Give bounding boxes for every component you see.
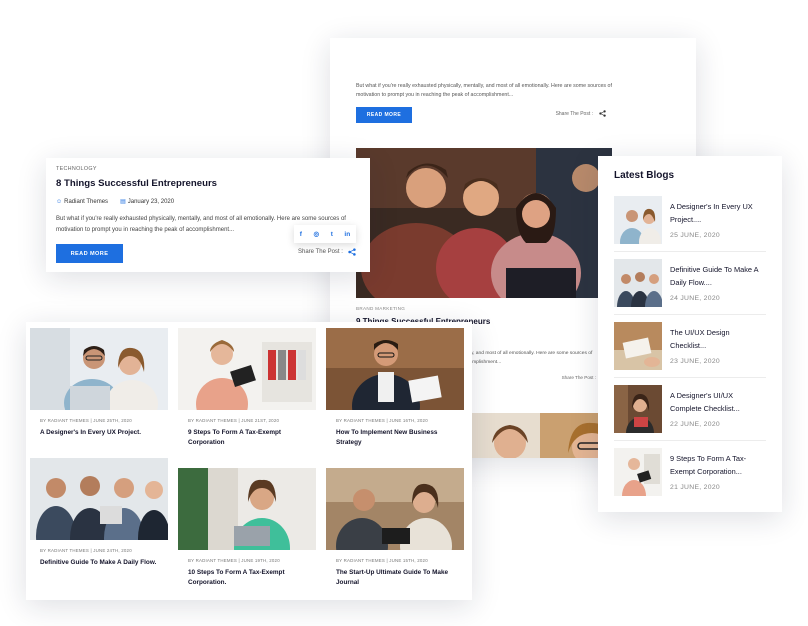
- post-date: 22 JUNE, 2020: [670, 421, 720, 428]
- latest-blog-item[interactable]: Definitive Guide To Make A Daily Flow...…: [614, 259, 766, 309]
- grid-post[interactable]: BY RADIANT THEMES | JUNE 15TH, 2020 The …: [326, 468, 464, 598]
- divider: [614, 377, 766, 378]
- post-thumbnail[interactable]: [326, 328, 464, 410]
- post-thumbnail[interactable]: [178, 468, 316, 550]
- blog-post-card-front: TECHNOLOGY 8 Things Successful Entrepren…: [46, 158, 370, 272]
- share-label: Share The Post :: [298, 249, 343, 255]
- post-excerpt: But what if you're really exhausted phys…: [356, 83, 612, 98]
- post-title[interactable]: The Start-Up Ultimate Guide To Make Jour…: [336, 568, 456, 587]
- blog-grid: BY RADIANT THEMES | JUNE 25TH, 2020 A De…: [26, 322, 472, 600]
- grid-post[interactable]: BY RADIANT THEMES | JUNE 19TH, 2020 10 S…: [178, 468, 316, 598]
- post-title[interactable]: Definitive Guide To Make A Daily Flow.: [40, 558, 160, 568]
- post-title[interactable]: How To Implement New Business Strategy: [336, 428, 456, 447]
- post-title[interactable]: 10 Steps To Form A Tax-Exempt Corporatio…: [188, 568, 308, 587]
- post-meta: ☺ Radiant Themes ▤ January 23, 2020: [56, 198, 174, 206]
- post-thumbnail[interactable]: [614, 196, 662, 244]
- latest-blog-item[interactable]: A Designer's In Every UX Project.... 25 …: [614, 196, 766, 246]
- post-title[interactable]: 9 Steps To Form A Tax-Exempt Corporation: [188, 428, 308, 447]
- post-date: 25 JUNE, 2020: [670, 232, 720, 239]
- date-text: January 23, 2020: [127, 199, 175, 205]
- user-icon: ☺: [56, 198, 63, 205]
- calendar-icon: ▤: [120, 199, 126, 205]
- post-title[interactable]: A Designer's In Every UX Project.: [40, 428, 160, 438]
- latest-blog-item[interactable]: 9 Steps To Form A Tax-Exempt Corporation…: [614, 448, 766, 498]
- share-icon[interactable]: [348, 248, 356, 256]
- post-meta: BY RADIANT THEMES | JUNE 21ST, 2020: [188, 418, 280, 423]
- post-thumbnail[interactable]: [614, 385, 662, 433]
- post-title[interactable]: 9 Steps To Form A Tax-Exempt Corporation…: [670, 452, 766, 478]
- share-icon[interactable]: [599, 110, 606, 117]
- instagram-icon[interactable]: ◎: [313, 230, 319, 238]
- post-meta: BY RADIANT THEMES | JUNE 19TH, 2020: [188, 558, 280, 563]
- share-post[interactable]: Share The Post :: [298, 248, 356, 256]
- grid-post[interactable]: BY RADIANT THEMES | JUNE 16TH, 2020 How …: [326, 328, 464, 458]
- post-hero-image[interactable]: [356, 148, 612, 298]
- author[interactable]: ☺ Radiant Themes: [56, 199, 108, 205]
- post-date: 24 JUNE, 2020: [670, 295, 720, 302]
- post-thumbnail[interactable]: [326, 468, 464, 550]
- read-more-button[interactable]: READ MORE: [356, 107, 412, 123]
- post-title[interactable]: A Designer's UI/UX Complete Checklist...: [670, 389, 766, 415]
- divider: [614, 440, 766, 441]
- author-name: Radiant Themes: [64, 198, 109, 205]
- facebook-icon[interactable]: f: [300, 231, 302, 238]
- date: ▤ January 23, 2020: [120, 198, 174, 205]
- share-label: Share The Post :: [561, 375, 596, 380]
- post-thumbnail[interactable]: [614, 448, 662, 496]
- post-category[interactable]: TECHNOLOGY: [56, 166, 97, 172]
- post-thumbnail[interactable]: [30, 458, 168, 540]
- share-label: Share The Post :: [555, 110, 593, 117]
- post-date: 23 JUNE, 2020: [670, 358, 720, 365]
- grid-post[interactable]: BY RADIANT THEMES | JUNE 25TH, 2020 A De…: [30, 328, 168, 458]
- share-post[interactable]: Share The Post :: [556, 110, 606, 117]
- latest-blog-item[interactable]: A Designer's UI/UX Complete Checklist...…: [614, 385, 766, 435]
- post-title[interactable]: The UI/UX Design Checklist...: [670, 326, 766, 352]
- post-thumbnail[interactable]: [614, 259, 662, 307]
- latest-blog-item[interactable]: The UI/UX Design Checklist... 23 JUNE, 2…: [614, 322, 766, 372]
- read-more-button[interactable]: READ MORE: [56, 244, 123, 263]
- post-category[interactable]: BRAND MARKETING: [356, 306, 405, 311]
- social-share-popup: f ◎ t in: [294, 225, 356, 243]
- linkedin-icon[interactable]: in: [344, 231, 350, 238]
- widget-title: Latest Blogs: [614, 170, 675, 181]
- post-date: 21 JUNE, 2020: [670, 484, 720, 491]
- divider: [614, 251, 766, 252]
- twitter-icon[interactable]: t: [331, 231, 333, 238]
- latest-blogs-widget: Latest Blogs A Designer's In Every UX Pr…: [598, 156, 782, 512]
- post-meta: BY RADIANT THEMES | JUNE 24TH, 2020: [40, 548, 132, 553]
- post-thumbnail[interactable]: [614, 322, 662, 370]
- grid-post[interactable]: BY RADIANT THEMES | JUNE 24TH, 2020 Defi…: [30, 458, 168, 588]
- post-thumbnail[interactable]: [30, 328, 168, 410]
- post-title[interactable]: A Designer's In Every UX Project....: [670, 200, 766, 226]
- post-thumbnail[interactable]: [178, 328, 316, 410]
- divider: [614, 314, 766, 315]
- post-meta: BY RADIANT THEMES | JUNE 25TH, 2020: [40, 418, 132, 423]
- post-title[interactable]: Definitive Guide To Make A Daily Flow...…: [670, 263, 766, 289]
- grid-post[interactable]: BY RADIANT THEMES | JUNE 21ST, 2020 9 St…: [178, 328, 316, 458]
- post-title[interactable]: 8 Things Successful Entrepreneurs: [56, 178, 217, 189]
- post-meta: BY RADIANT THEMES | JUNE 16TH, 2020: [336, 418, 428, 423]
- post-meta: BY RADIANT THEMES | JUNE 15TH, 2020: [336, 558, 428, 563]
